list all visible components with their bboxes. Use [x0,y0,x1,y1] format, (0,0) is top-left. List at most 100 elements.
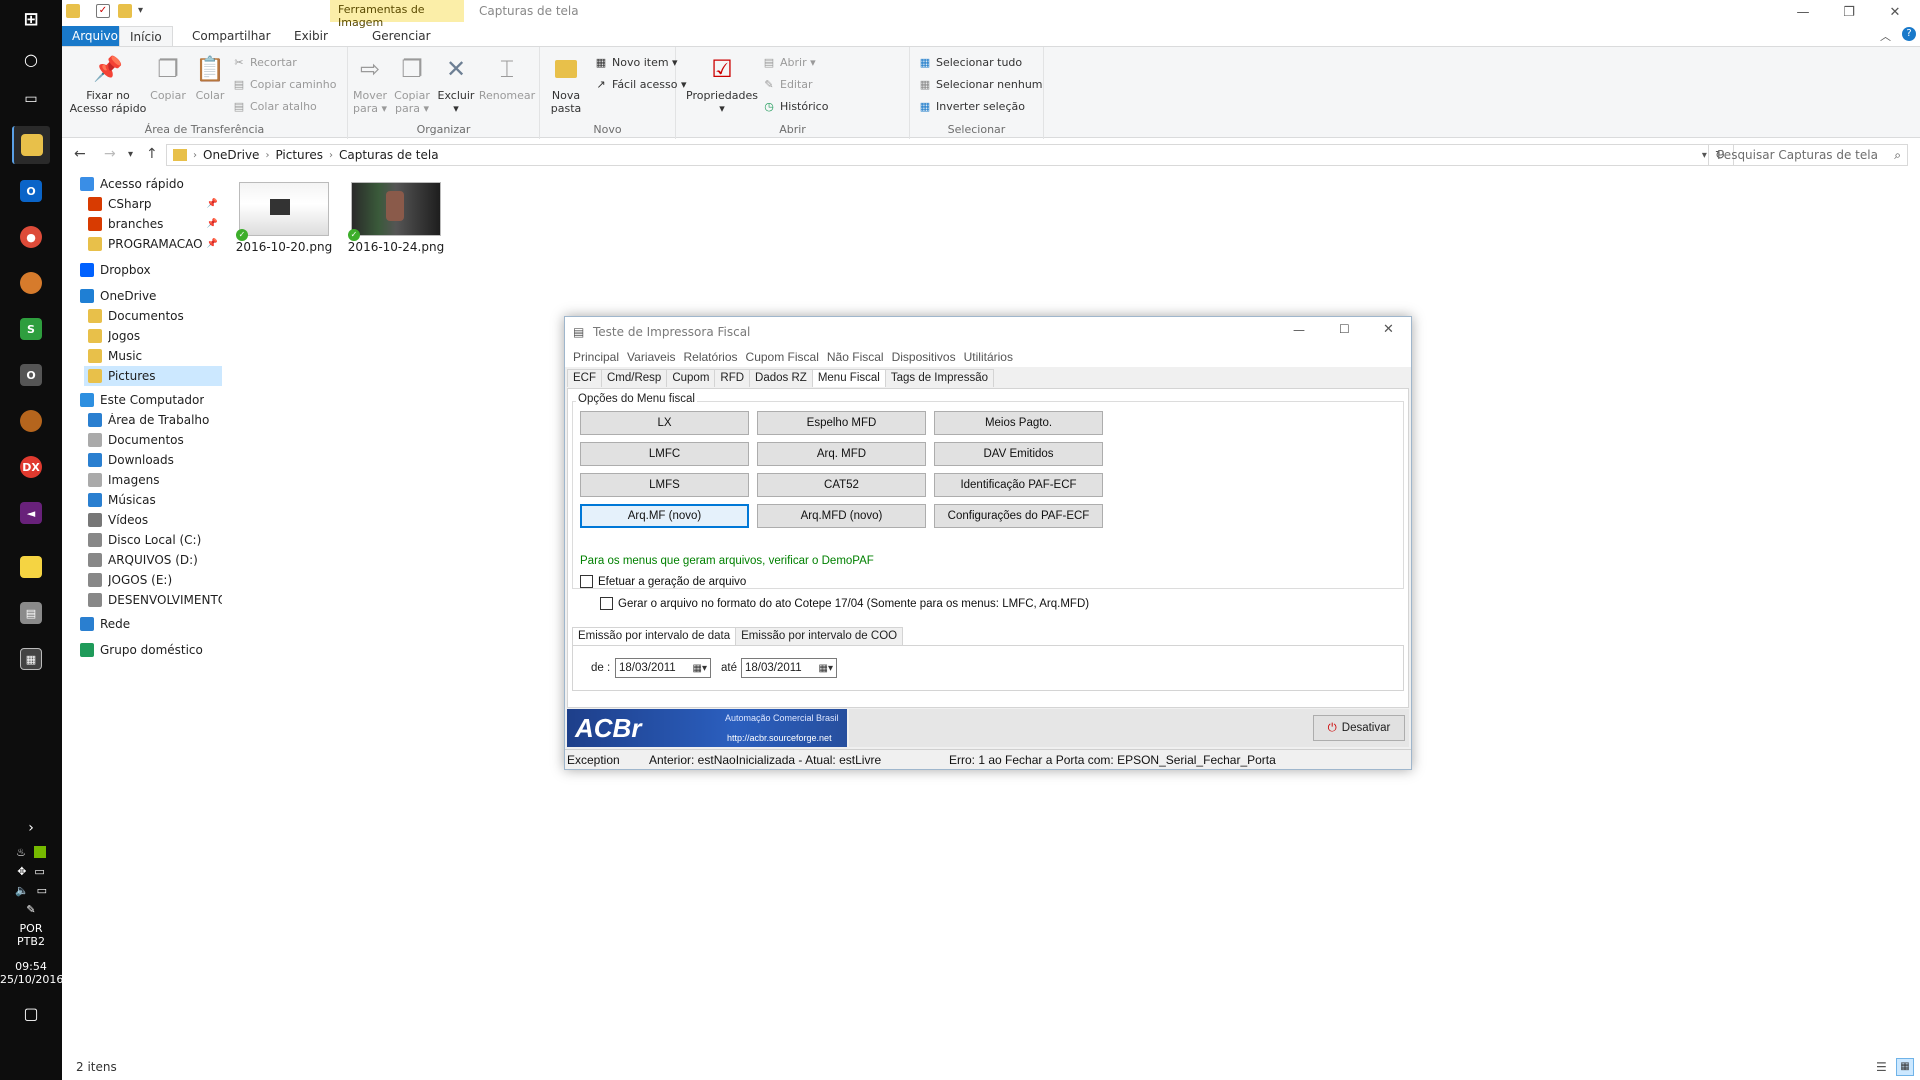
nav-item[interactable]: OneDrive [76,286,222,306]
dialog-close-button[interactable]: ✕ [1383,322,1394,337]
new-folder-icon[interactable] [118,4,132,18]
menu-dispositivos[interactable]: Dispositivos [892,350,956,364]
chrome-icon[interactable]: ● [12,218,50,256]
volume-icon[interactable]: 🔈 [15,884,29,897]
properties-button[interactable]: ☑ Propriedades ▾ [684,53,760,116]
menu-principal[interactable]: Principal [573,350,619,364]
nav-item[interactable]: Grupo doméstico [76,640,222,660]
tab-view[interactable]: Exibir [284,26,338,46]
copy-button[interactable]: ❐ Copiar [146,53,190,103]
devexpress-icon[interactable]: DX [12,448,50,486]
nav-item[interactable]: Disco Local (C:) [84,530,222,550]
nav-item[interactable]: Dropbox [76,260,222,280]
select-none-button[interactable]: ▦ Selecionar nenhum [918,77,1043,91]
task-view-icon[interactable]: ▭ [12,80,50,118]
file-item[interactable]: ✓ 2016-10-20.png [234,182,334,254]
new-item-button[interactable]: ▦ Novo item ▾ [594,55,678,69]
cut-button[interactable]: ✂ Recortar [232,55,296,69]
tab-manage[interactable]: Gerenciar [362,26,441,46]
paste-shortcut-button[interactable]: ▤ Colar atalho [232,99,317,113]
cortana-icon[interactable]: ○ [12,40,50,78]
details-view-icon[interactable]: ☰ [1876,1060,1887,1074]
select-all-button[interactable]: ▦ Selecionar tudo [918,55,1022,69]
configuracoes-paf-ecf-button[interactable]: Configurações do PAF-ECF [934,504,1103,528]
forward-arrow-icon[interactable]: → [104,146,116,162]
nav-item[interactable]: Pictures [84,366,222,386]
menu-cupom-fiscal[interactable]: Cupom Fiscal [746,350,819,364]
tab-tags-impressao[interactable]: Tags de Impressão [884,369,994,387]
nav-item[interactable]: Área de Trabalho [84,410,222,430]
to-date-picker[interactable]: 18/03/2011 ▦▾ [741,658,837,678]
nav-item[interactable]: Documentos [84,306,222,326]
file-item[interactable]: ✓ 2016-10-24.png [346,182,446,254]
battery-icon[interactable]: ▭ [34,865,44,878]
easy-access-button[interactable]: ↗ Fácil acesso ▾ [594,77,686,91]
up-arrow-icon[interactable]: ↑ [146,146,158,162]
chevron-up-icon[interactable]: › [0,820,62,836]
breadcrumb-pictures[interactable]: Pictures [275,148,323,162]
meios-pagto-button[interactable]: Meios Pagto. [934,411,1103,435]
lx-button[interactable]: LX [580,411,749,435]
pin-quick-access-button[interactable]: 📌 Fixar no Acesso rápido [68,53,148,116]
menu-relatorios[interactable]: Relatórios [684,350,738,364]
large-icons-view-icon[interactable]: ▦ [1896,1058,1914,1076]
tab-cmd-resp[interactable]: Cmd/Resp [601,369,668,387]
help-icon[interactable]: ? [1902,27,1916,41]
steam-icon[interactable]: ♨ [16,846,26,859]
sticky-notes-icon[interactable] [12,548,50,586]
tab-home[interactable]: Início [119,26,173,46]
chevron-down-icon[interactable]: ▾ [1702,150,1707,161]
app-icon[interactable] [12,264,50,302]
maximize-button[interactable]: ❐ [1826,0,1872,24]
customize-qat-icon[interactable]: ▾ [138,4,152,18]
copy-to-button[interactable]: ❐ Copiar para ▾ [390,53,434,116]
recent-locations-icon[interactable]: ▾ [128,149,133,160]
menu-nao-fiscal[interactable]: Não Fiscal [827,350,884,364]
spartan-icon[interactable] [12,402,50,440]
lmfc-button[interactable]: LMFC [580,442,749,466]
nav-item[interactable]: PROGRAMACAO 📌 [84,234,222,254]
nav-item[interactable]: DESENVOLVIMENTO [84,590,222,610]
move-to-button[interactable]: ⇨ Mover para ▾ [348,53,392,116]
input-language[interactable]: POR PTB2 [0,922,62,948]
close-button[interactable]: ✕ [1872,0,1918,24]
cotepe-format-checkbox[interactable]: Gerar o arquivo no formato do ato Cotepe… [600,597,1089,610]
nav-item[interactable]: JOGOS (E:) [84,570,222,590]
address-bar[interactable]: › OneDrive › Pictures › Capturas de tela… [166,144,1734,166]
tab-emission-coo[interactable]: Emissão por intervalo de COO [735,627,904,645]
file-explorer-icon[interactable] [12,126,50,164]
nav-item[interactable]: Jogos [84,326,222,346]
generate-file-checkbox[interactable]: Efetuar a geração de arquivo [580,575,746,588]
arq-mfd-button[interactable]: Arq. MFD [757,442,926,466]
visual-studio-icon[interactable]: ◄ [12,494,50,532]
open-button[interactable]: ▤ Abrir ▾ [762,55,816,69]
nav-item[interactable]: Imagens [84,470,222,490]
arq-mf-novo-button[interactable]: Arq.MF (novo) [580,504,749,528]
dav-emitidos-button[interactable]: DAV Emitidos [934,442,1103,466]
nav-item[interactable]: Documentos [84,430,222,450]
delete-button[interactable]: ✕ Excluir ▾ [434,53,478,116]
arq-mfd-novo-button[interactable]: Arq.MFD (novo) [757,504,926,528]
paste-button[interactable]: 📋 Colar [188,53,232,103]
tab-ecf[interactable]: ECF [567,369,602,387]
espelho-mfd-button[interactable]: Espelho MFD [757,411,926,435]
network-share-icon[interactable]: ✥ [17,865,26,878]
nav-item[interactable]: Music [84,346,222,366]
nav-item[interactable]: ARQUIVOS (D:) [84,550,222,570]
from-date-picker[interactable]: 18/03/2011 ▦▾ [615,658,711,678]
menu-utilitarios[interactable]: Utilitários [964,350,1013,364]
action-center-icon[interactable]: ▢ [0,1004,62,1023]
nav-item[interactable]: Músicas [84,490,222,510]
dialog-minimize-button[interactable]: — [1293,323,1305,337]
breadcrumb-onedrive[interactable]: OneDrive [203,148,259,162]
minimize-button[interactable]: — [1780,0,1826,24]
tab-rfd[interactable]: RFD [714,369,751,387]
new-folder-button[interactable]: Nova pasta [544,53,588,115]
nav-item[interactable]: CSharp 📌 [84,194,222,214]
tab-menu-fiscal[interactable]: Menu Fiscal [811,369,886,387]
back-arrow-icon[interactable]: ← [74,146,86,162]
rename-button[interactable]: ⌶ Renomear [474,53,540,103]
menu-variaveis[interactable]: Variaveis [627,350,675,364]
monitor-icon[interactable]: ▭ [37,884,47,897]
tab-cupom[interactable]: Cupom [666,369,716,387]
